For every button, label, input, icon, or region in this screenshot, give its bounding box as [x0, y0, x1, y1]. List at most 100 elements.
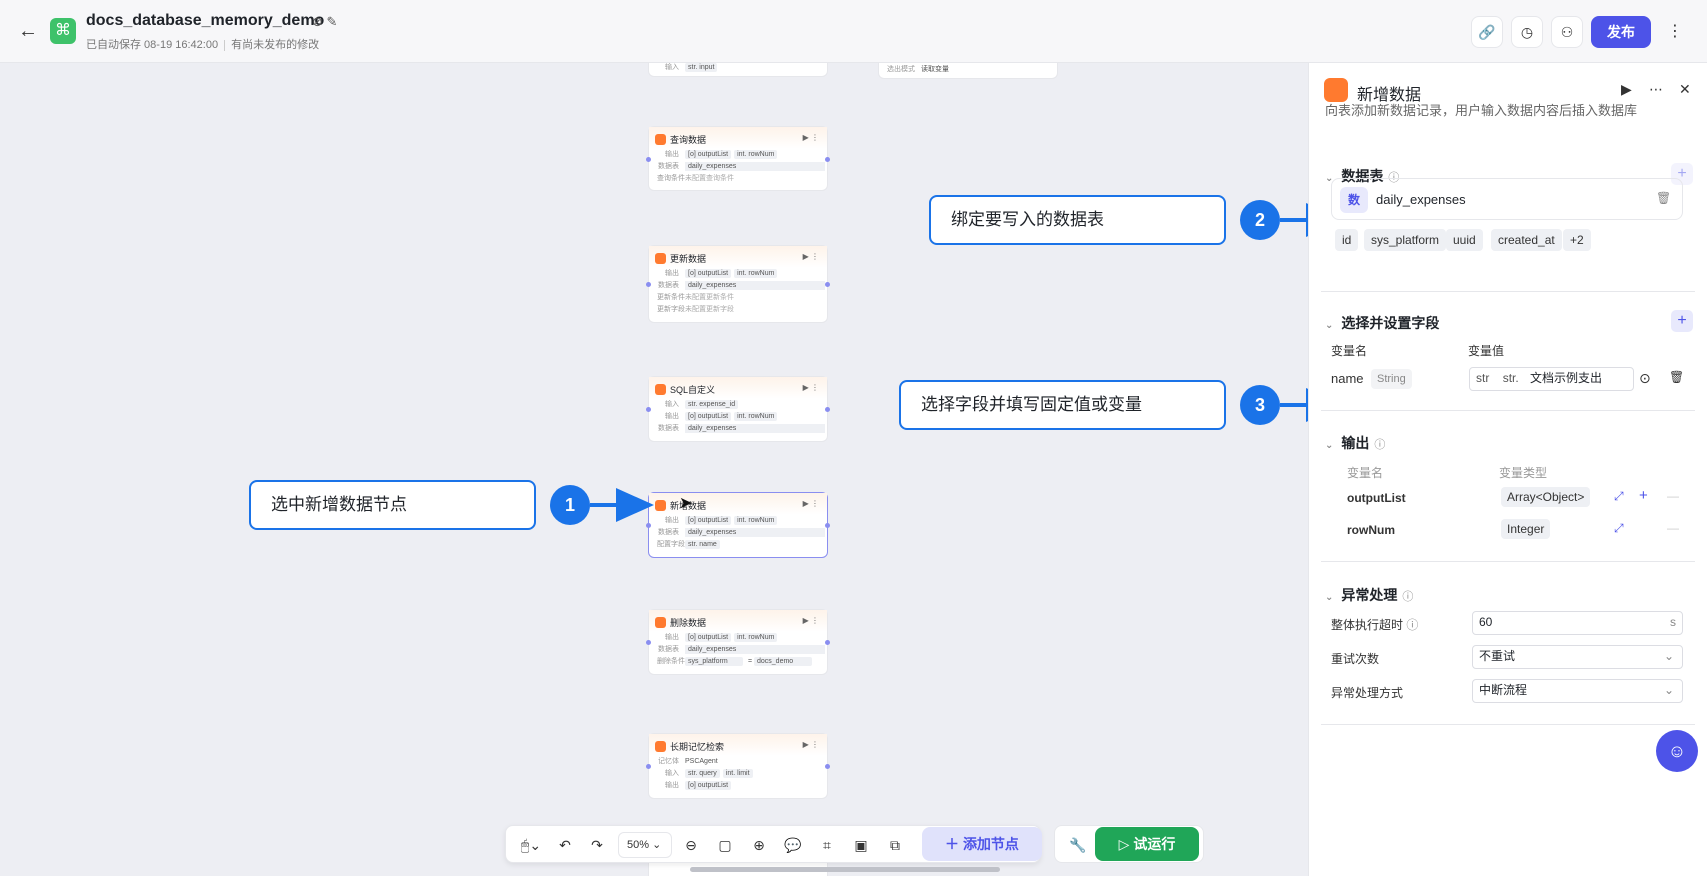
redo-icon[interactable]: ↷: [584, 832, 610, 858]
add-field-icon[interactable]: +: [1671, 310, 1693, 332]
out-col-name: 变量名: [1347, 466, 1384, 480]
field-value-input[interactable]: str str. 文档示例支出: [1469, 367, 1634, 391]
retry-label: 重试次数: [1331, 652, 1380, 666]
link-icon[interactable]: 🔗: [1471, 16, 1503, 48]
output-type: Array<Object>: [1501, 487, 1591, 507]
database-icon: [655, 617, 666, 628]
history-icon[interactable]: ◷: [1511, 16, 1543, 48]
publish-button[interactable]: 发布: [1591, 16, 1651, 48]
zoom-out-icon[interactable]: ⊖: [678, 832, 704, 858]
run-play-icon[interactable]: ▶ ⋮: [803, 383, 819, 392]
node-config-panel: 新增数据 ▶ ⋯ ✕ 向表添加新数据记录，用户输入数据内容后插入数据库 ⌄ 数据表…: [1308, 63, 1707, 876]
chevron-down-icon: ⌄: [1663, 683, 1674, 697]
chevron-down-icon[interactable]: ⌄: [1325, 440, 1333, 451]
app-logo-icon: ⌘: [50, 18, 76, 44]
workflow-canvas[interactable]: 输入 str. input 选出模式 读取变量 查询数据 ▶ ⋮ 输出 [o] outp…: [0, 63, 1308, 876]
timeout-label: 整体执行超时: [1331, 618, 1404, 632]
col-name-header: 变量名: [1331, 344, 1368, 358]
table-selector[interactable]: 数 daily_expenses 🗑: [1331, 178, 1683, 220]
zoom-select[interactable]: 50% ⌄: [618, 832, 672, 858]
arrowhead-1-icon: [616, 488, 654, 522]
step-badge-3: 3: [1240, 385, 1280, 425]
fit-view-icon[interactable]: ▢: [712, 832, 738, 858]
assistant-fab-icon[interactable]: ☺: [1656, 730, 1698, 772]
horizontal-scrollbar[interactable]: [690, 867, 1000, 872]
mouse-mode-icon[interactable]: 🖱⌄: [514, 832, 548, 858]
trash-icon[interactable]: 🗑: [1656, 191, 1671, 205]
chevron-down-icon: ⌄: [1663, 649, 1674, 663]
node-memory-retrieve[interactable]: 长期记忆检索 ▶ ⋮ 记忆体 PSCAgent 输入 str. query int. l…: [646, 733, 830, 799]
expand-icon[interactable]: ⤢: [1614, 521, 1624, 536]
remove-output-icon[interactable]: —: [1667, 521, 1679, 535]
run-play-icon[interactable]: ▶ ⋮: [803, 499, 819, 508]
database-icon: [655, 134, 666, 145]
column-tag: sys_platform: [1364, 229, 1447, 251]
node-update-data[interactable]: 更新数据 ▶ ⋮ 输出 [o] outputList int. rowNum 数据表 d…: [646, 245, 830, 323]
panel-description: 向表添加新数据记录，用户输入数据内容后插入数据库: [1325, 103, 1638, 118]
unpublished-status: 有尚未发布的修改: [231, 39, 320, 51]
error-mode-select[interactable]: 中断流程 ⌄: [1472, 679, 1683, 703]
comment-icon[interactable]: 💬: [780, 832, 806, 858]
wrench-icon[interactable]: 🔧: [1065, 832, 1091, 858]
chevron-down-icon[interactable]: ⌄: [1325, 320, 1333, 331]
table-name: daily_expenses: [1376, 192, 1466, 207]
node-input-partial[interactable]: 输入 str. input: [648, 63, 828, 77]
chevron-down-icon[interactable]: ⌄: [1325, 592, 1333, 603]
node-output-partial[interactable]: 选出模式 读取变量: [878, 63, 1058, 79]
node-sql-custom[interactable]: SQL自定义 ▶ ⋮ 输入 str. expense_id 输出 [o] output…: [646, 376, 830, 442]
delete-field-icon[interactable]: 🗑: [1669, 370, 1684, 384]
top-bar: ← ⌘ docs_database_memory_demo ⊘ ✎ 已自动保存 …: [0, 0, 1707, 63]
field-name: name: [1331, 371, 1364, 386]
database-icon: [1324, 78, 1348, 102]
database-icon: [655, 500, 666, 511]
autosave-status: 已自动保存 08-19 16:42:00: [86, 39, 219, 51]
output-name: outputList: [1347, 491, 1406, 505]
callout-3: 选择字段并填写固定值或变量: [899, 380, 1226, 430]
callout-1: 选中新增数据节点: [249, 480, 536, 530]
check-circle-icon: ⊘: [312, 14, 323, 29]
collaborator-icon[interactable]: ⚇: [1551, 16, 1583, 48]
add-output-icon[interactable]: +: [1639, 487, 1648, 504]
add-node-button[interactable]: ＋ 添加节点: [922, 827, 1042, 861]
callout-2: 绑定要写入的数据表: [929, 195, 1226, 245]
column-tag-more[interactable]: +2: [1563, 229, 1591, 251]
timeout-input[interactable]: 60 s: [1472, 611, 1683, 635]
column-tag: uuid: [1446, 229, 1483, 251]
zoom-in-icon[interactable]: ⊕: [746, 832, 772, 858]
column-tag: created_at: [1491, 229, 1562, 251]
section-fields: 选择并设置字段: [1341, 315, 1440, 331]
node-insert-data[interactable]: 新增数据 ▶ ⋮ 输出 [o] outputList int. rowNum 数据表 d…: [646, 492, 830, 558]
node-delete-data[interactable]: 删除数据 ▶ ⋮ 输出 [o] outputList int. rowNum 数据表 d…: [646, 609, 830, 675]
back-arrow-icon[interactable]: ←: [18, 20, 38, 43]
panel-title: 新增数据: [1357, 87, 1422, 104]
mouse-cursor-icon: ➤: [679, 495, 693, 512]
col-value-header: 变量值: [1468, 344, 1505, 358]
section-output: 输出: [1341, 435, 1370, 451]
expand-icon[interactable]: ⤢: [1614, 489, 1624, 504]
run-play-icon[interactable]: ▶ ⋮: [803, 740, 819, 749]
edit-icon[interactable]: ✎: [327, 14, 338, 29]
output-type: Integer: [1501, 519, 1551, 539]
remove-output-icon[interactable]: —: [1667, 489, 1679, 503]
run-play-icon[interactable]: ▶ ⋮: [803, 252, 819, 261]
run-play-icon[interactable]: ▶ ⋮: [803, 133, 819, 142]
retry-select[interactable]: 不重试 ⌄: [1472, 645, 1683, 669]
info-icon: ⓘ: [1374, 439, 1386, 451]
minimap-icon[interactable]: ⧉: [882, 832, 908, 858]
more-icon[interactable]: ⋯: [1649, 81, 1663, 98]
info-icon: ⓘ: [1402, 591, 1414, 603]
field-type: String: [1371, 369, 1412, 389]
variable-picker-icon[interactable]: ⊙: [1639, 370, 1651, 387]
run-play-icon[interactable]: ▶ ⋮: [803, 616, 819, 625]
test-run-button[interactable]: ▷ 试运行: [1095, 827, 1199, 861]
more-menu-icon[interactable]: ⋮: [1659, 16, 1691, 48]
undo-icon[interactable]: ↶: [552, 832, 578, 858]
image-icon[interactable]: ▣: [848, 832, 874, 858]
mode-label: 异常处理方式: [1331, 686, 1404, 700]
app-title: docs_database_memory_demo: [86, 12, 325, 29]
run-play-icon[interactable]: ▶: [1621, 81, 1632, 98]
layout-icon[interactable]: ⌗: [814, 832, 840, 858]
memory-icon: [655, 741, 666, 752]
node-query-data[interactable]: 查询数据 ▶ ⋮ 输出 [o] outputList int. rowNum 数据表 d…: [646, 126, 830, 191]
close-icon[interactable]: ✕: [1679, 81, 1691, 98]
